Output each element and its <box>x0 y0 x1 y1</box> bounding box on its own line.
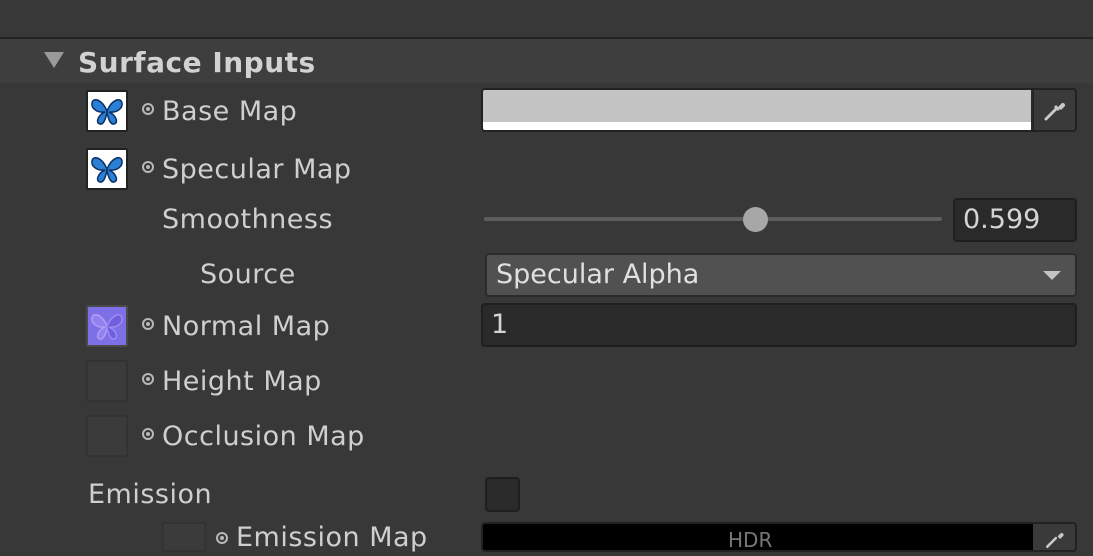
base-map-color-field[interactable] <box>481 88 1077 132</box>
occlusion-map-thumbnail[interactable] <box>86 415 128 457</box>
smoothness-slider-thumb[interactable] <box>743 207 768 232</box>
height-map-picker-icon[interactable] <box>142 373 154 385</box>
source-label: Source <box>200 259 296 290</box>
top-bar <box>0 0 1093 39</box>
butterfly-icon <box>91 98 123 125</box>
emission-eyedropper-button[interactable] <box>1033 524 1075 550</box>
smoothness-label: Smoothness <box>162 204 334 235</box>
normal-map-label: Normal Map <box>162 311 331 342</box>
emission-map-picker-icon[interactable] <box>216 532 228 544</box>
source-dropdown[interactable]: Specular Alpha <box>485 253 1077 297</box>
hdr-label: HDR <box>728 528 773 552</box>
normal-map-scale-field[interactable]: 1 <box>481 303 1077 347</box>
eyedropper-button[interactable] <box>1033 90 1075 130</box>
height-map-thumbnail[interactable] <box>86 360 128 402</box>
specular-map-label: Specular Map <box>162 154 352 185</box>
base-map-color-swatch[interactable] <box>483 90 1031 122</box>
eyedropper-icon <box>1044 102 1066 121</box>
eyedropper-icon <box>1046 532 1064 548</box>
base-map-label: Base Map <box>162 96 298 127</box>
source-dropdown-value: Specular Alpha <box>496 259 700 290</box>
specular-map-picker-icon[interactable] <box>142 161 154 173</box>
butterfly-icon <box>91 156 123 183</box>
normal-map-picker-icon[interactable] <box>142 318 154 330</box>
emission-label: Emission <box>88 479 213 510</box>
normal-map-butterfly-icon <box>88 307 126 345</box>
foldout-triangle-icon[interactable] <box>44 52 64 68</box>
base-map-thumbnail[interactable] <box>86 90 128 132</box>
chevron-down-icon <box>1043 271 1061 280</box>
emission-map-thumbnail[interactable] <box>162 522 206 552</box>
normal-map-thumbnail[interactable] <box>86 305 128 347</box>
smoothness-slider-track[interactable] <box>484 217 942 221</box>
smoothness-value-field[interactable]: 0.599 <box>953 198 1077 242</box>
specular-map-thumbnail[interactable] <box>86 148 128 190</box>
section-title: Surface Inputs <box>78 46 316 79</box>
occlusion-map-picker-icon[interactable] <box>142 428 154 440</box>
emission-map-label: Emission Map <box>236 522 428 553</box>
alpha-bar <box>483 122 1031 130</box>
height-map-label: Height Map <box>162 366 322 397</box>
occlusion-map-label: Occlusion Map <box>162 421 365 452</box>
emission-checkbox[interactable] <box>485 477 520 512</box>
emission-color-field[interactable]: HDR <box>481 522 1077 552</box>
base-map-picker-icon[interactable] <box>142 103 154 115</box>
